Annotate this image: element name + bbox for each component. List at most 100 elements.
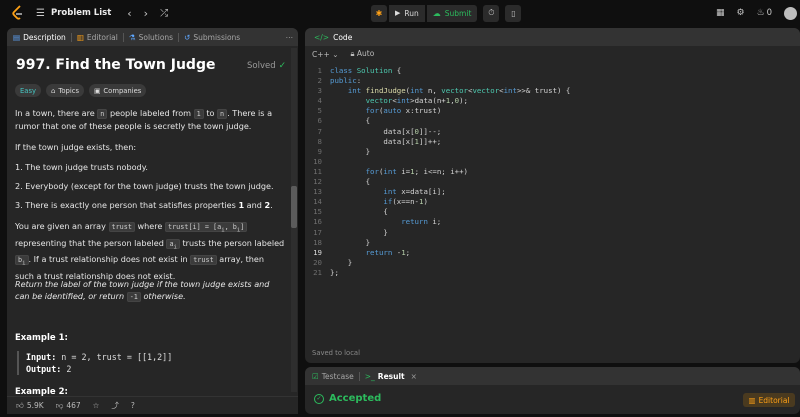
description-footer: 👍︎ 5.9K 👎︎ 467 ☆ ⤴ ? bbox=[7, 396, 298, 414]
avatar[interactable] bbox=[784, 6, 798, 20]
line-number: 11 bbox=[313, 166, 322, 176]
code-icon: </> bbox=[314, 32, 330, 42]
problem-tags: Easy ⌂ Topics ▣ Companies bbox=[15, 84, 147, 97]
problem-title: 997. Find the Town Judge bbox=[16, 57, 216, 73]
paragraph-return: Return the label of the town judge if th… bbox=[15, 279, 270, 303]
description-scroll-thumb[interactable] bbox=[291, 186, 297, 228]
like-button[interactable]: 👍︎ 5.9K bbox=[16, 401, 44, 411]
code-line[interactable]: 11 for(int i=1; i<=n; i++) bbox=[307, 167, 796, 177]
line-number: 20 bbox=[313, 257, 322, 267]
run-button[interactable]: ▶ Run bbox=[389, 4, 425, 22]
dislike-button[interactable]: 👎︎ 467 bbox=[56, 401, 81, 411]
line-number: 14 bbox=[313, 197, 322, 207]
more-options-icon[interactable]: ⋯ bbox=[286, 33, 294, 42]
tag-icon: ⌂ bbox=[51, 86, 56, 95]
editor-toolbar: C++ ⌄ 🔒︎ Auto bbox=[305, 46, 800, 62]
bug-icon: ✱ bbox=[375, 8, 383, 18]
submit-button[interactable]: ☁ Submit bbox=[426, 4, 478, 22]
chevron-left-icon[interactable]: ‹ bbox=[127, 7, 131, 20]
cloud-upload-icon: ☁ bbox=[432, 8, 441, 18]
language-select[interactable]: C++ ⌄ bbox=[312, 50, 339, 59]
tab-submissions[interactable]: ↺ Submissions bbox=[184, 33, 240, 42]
list-item: 1. The town judge trusts nobody. bbox=[15, 162, 148, 172]
lock-icon: 🔒︎ bbox=[350, 49, 355, 58]
code-line[interactable]: 18 } bbox=[307, 238, 796, 248]
code-line[interactable]: 8 data[x[1]]++; bbox=[307, 137, 796, 147]
terminal-icon: >_ bbox=[364, 371, 375, 381]
streak-counter[interactable]: ♨ 0 bbox=[757, 8, 773, 18]
problem-list-link[interactable]: Problem List bbox=[51, 8, 111, 18]
code-line[interactable]: 15 { bbox=[307, 207, 796, 217]
code-text: return -1; bbox=[365, 247, 411, 257]
debug-button[interactable]: ✱ bbox=[371, 4, 387, 22]
code-line[interactable]: 16 return i; bbox=[307, 217, 796, 227]
history-icon: ↺ bbox=[184, 32, 191, 42]
code-line[interactable]: 14 if(x==n-1) bbox=[307, 197, 796, 207]
code-line[interactable]: 2 public: bbox=[307, 76, 796, 86]
code-line[interactable]: 19 return -1; bbox=[307, 248, 796, 258]
difficulty-badge[interactable]: Easy bbox=[15, 84, 42, 97]
code-text: { bbox=[330, 177, 371, 187]
code-editor[interactable]: 1 class Solution {2 public: 3 int findJudge… bbox=[307, 66, 796, 278]
tab-testcase[interactable]: ☑ Testcase bbox=[312, 372, 354, 381]
tab-description[interactable]: ▤ Description bbox=[13, 33, 66, 42]
gear-icon[interactable]: ⚙ bbox=[737, 8, 745, 18]
star-icon[interactable]: ☆ bbox=[93, 401, 100, 410]
code-line[interactable]: 21}; bbox=[307, 268, 796, 278]
line-number: 17 bbox=[313, 227, 322, 237]
editorial-button[interactable]: ▥ Editorial bbox=[743, 393, 795, 407]
checkbox-icon: ☑ bbox=[312, 371, 319, 381]
companies-chip[interactable]: ▣ Companies bbox=[89, 84, 147, 97]
top-bar: ☰ Problem List ‹ › ⤮ ✱ ▶ Run ☁ Submit ⏱ ▯ … bbox=[0, 0, 800, 26]
leetcode-logo-icon[interactable] bbox=[11, 5, 25, 21]
code-line[interactable]: 9 } bbox=[307, 147, 796, 157]
code-text: vector<int>data(n+1,0); bbox=[365, 96, 468, 106]
result-tabs: ☑ Testcase >_ Result × bbox=[305, 367, 800, 385]
line-number: 5 bbox=[317, 106, 322, 116]
example-1-heading: Example 1: bbox=[15, 333, 68, 343]
line-number: 2 bbox=[317, 76, 322, 86]
code-line[interactable]: 10 bbox=[307, 157, 796, 167]
close-icon[interactable]: × bbox=[411, 372, 417, 381]
code-text: if(x==n-1) bbox=[383, 197, 428, 207]
accepted-status: ✓ Accepted bbox=[314, 393, 381, 404]
share-icon[interactable]: ⤴ bbox=[111, 400, 119, 411]
code-line[interactable]: 5 for(auto x:trust) bbox=[307, 106, 796, 116]
code-line[interactable]: 6 { bbox=[307, 116, 796, 126]
tab-editorial[interactable]: ▥ Editorial bbox=[77, 33, 118, 42]
problem-list-icon[interactable]: ☰ bbox=[36, 8, 45, 19]
code-line[interactable]: 13 int x=data[i]; bbox=[307, 187, 796, 197]
auto-mode[interactable]: 🔒︎ Auto bbox=[351, 49, 375, 59]
tab-result[interactable]: >_ Result × bbox=[365, 372, 417, 381]
line-number: 8 bbox=[317, 136, 322, 146]
code-line[interactable]: 12 { bbox=[307, 177, 796, 187]
shuffle-icon[interactable]: ⤮ bbox=[160, 8, 168, 19]
layout-icon[interactable]: ▦ bbox=[716, 8, 725, 18]
line-number: 12 bbox=[313, 177, 322, 187]
paragraph-conditions: If the town judge exists, then: bbox=[15, 142, 137, 152]
code-text: } bbox=[330, 257, 353, 267]
line-number: 13 bbox=[313, 187, 322, 197]
code-line[interactable]: 1 class Solution { bbox=[307, 66, 796, 76]
code-text: class Solution { bbox=[330, 66, 402, 75]
help-icon[interactable]: ? bbox=[131, 401, 135, 410]
topics-chip[interactable]: ⌂ Topics bbox=[46, 84, 84, 97]
note-icon: ▯ bbox=[511, 8, 516, 18]
line-number: 3 bbox=[317, 86, 322, 96]
flask-icon: ⚗ bbox=[128, 32, 136, 42]
chevron-right-icon[interactable]: › bbox=[144, 7, 148, 20]
timer-button[interactable]: ⏱ bbox=[483, 4, 500, 22]
tab-solutions[interactable]: ⚗ Solutions bbox=[129, 33, 173, 42]
code-line[interactable]: 3 int findJudge(int n, vector<vector<int… bbox=[307, 86, 796, 96]
notes-button[interactable]: ▯ bbox=[505, 4, 522, 22]
code-line[interactable]: 7 data[x[0]]--; bbox=[307, 127, 796, 137]
code-line[interactable]: 4 vector<int>data(n+1,0); bbox=[307, 96, 796, 106]
code-line[interactable]: 20 } bbox=[307, 258, 796, 268]
result-panel: ☑ Testcase >_ Result × bbox=[305, 367, 800, 414]
code-text: } bbox=[330, 146, 371, 156]
line-number: 9 bbox=[317, 146, 322, 156]
line-number: 6 bbox=[317, 116, 322, 126]
check-circle-icon: ✓ bbox=[278, 61, 287, 71]
example-1-block: Input: n = 2, trust = [[1,2]] Output: 2 bbox=[17, 351, 172, 375]
code-line[interactable]: 17 } bbox=[307, 228, 796, 238]
